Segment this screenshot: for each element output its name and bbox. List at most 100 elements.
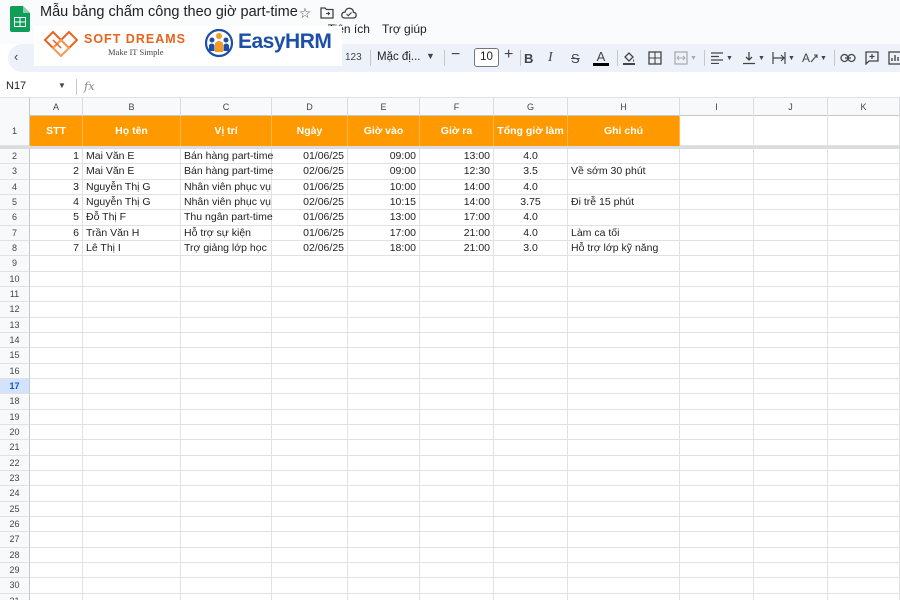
header-cell[interactable]: STT (30, 116, 83, 146)
empty-cell[interactable] (348, 332, 420, 349)
empty-cell[interactable] (420, 440, 494, 456)
empty-cell[interactable] (828, 149, 900, 165)
empty-cell[interactable] (568, 455, 680, 471)
table-cell[interactable]: Bán hàng part-time (181, 164, 273, 180)
empty-cell[interactable] (754, 194, 828, 211)
empty-cell[interactable] (494, 562, 568, 579)
table-cell[interactable]: 01/06/25 (272, 210, 348, 226)
empty-cell[interactable] (83, 394, 181, 410)
empty-cell[interactable] (680, 593, 754, 600)
move-folder-icon[interactable] (318, 4, 336, 22)
table-cell[interactable] (568, 179, 680, 195)
row-header-15[interactable]: 15 (0, 348, 30, 364)
empty-cell[interactable] (272, 348, 348, 364)
empty-cell[interactable] (494, 532, 568, 548)
table-cell[interactable]: 02/06/25 (272, 194, 348, 211)
empty-cell[interactable] (494, 409, 568, 425)
empty-cell[interactable] (272, 424, 348, 441)
empty-cell[interactable] (83, 578, 181, 594)
search-menus-icon[interactable]: ‹ (14, 49, 18, 64)
spreadsheet-grid[interactable]: ABCDEFGHIJK 1 STT Họ tên Vị trí Ngày Giờ vào G… (0, 98, 900, 600)
document-title[interactable]: Mẫu bảng chấm công theo giờ part-time (40, 4, 298, 20)
empty-cell[interactable] (828, 578, 900, 594)
empty-cell[interactable] (680, 271, 754, 287)
empty-cell[interactable] (828, 547, 900, 563)
empty-cell[interactable] (828, 562, 900, 579)
empty-cell[interactable] (348, 271, 420, 287)
empty-cell[interactable] (83, 409, 181, 425)
empty-cell[interactable] (272, 547, 348, 563)
empty-cell[interactable] (272, 409, 348, 425)
table-cell[interactable]: 6 (30, 225, 83, 241)
empty-cell[interactable] (181, 455, 272, 471)
empty-cell[interactable] (568, 286, 680, 303)
empty-cell[interactable] (348, 317, 420, 333)
table-cell[interactable]: Mai Văn E (83, 149, 181, 165)
row-header-27[interactable]: 27 (0, 532, 30, 548)
row-header-16[interactable]: 16 (0, 363, 30, 379)
column-header-j[interactable]: J (754, 98, 828, 116)
empty-cell[interactable] (494, 593, 568, 600)
empty-cell[interactable] (680, 455, 754, 471)
table-cell[interactable]: 02/06/25 (272, 164, 348, 180)
empty-cell[interactable] (828, 593, 900, 600)
empty-cell[interactable] (680, 164, 754, 180)
header-cell[interactable]: Tổng giờ làm (494, 116, 568, 146)
empty-cell[interactable] (83, 332, 181, 349)
table-cell[interactable]: 13:00 (420, 149, 494, 165)
empty-cell[interactable] (680, 240, 754, 257)
table-cell[interactable]: Làm ca tối (568, 225, 680, 241)
empty-cell[interactable] (680, 332, 754, 349)
empty-cell[interactable] (568, 593, 680, 600)
empty-cell[interactable] (83, 378, 181, 395)
empty-cell[interactable] (30, 286, 83, 303)
empty-cell[interactable] (420, 501, 494, 517)
empty-cell[interactable] (568, 348, 680, 364)
empty-cell[interactable] (568, 378, 680, 395)
empty-cell[interactable] (30, 363, 83, 379)
empty-cell[interactable] (420, 394, 494, 410)
empty-cell[interactable] (568, 470, 680, 487)
header-cell[interactable]: Giờ vào (348, 116, 420, 146)
empty-cell[interactable] (568, 332, 680, 349)
empty-cell[interactable] (680, 501, 754, 517)
empty-cell[interactable] (181, 286, 272, 303)
empty-cell[interactable] (181, 317, 272, 333)
empty-cell[interactable] (348, 470, 420, 487)
empty-cell[interactable] (680, 210, 754, 226)
row-header-30[interactable]: 30 (0, 578, 30, 594)
empty-cell[interactable] (348, 363, 420, 379)
table-cell[interactable]: Hỗ trợ lớp kỹ năng (568, 240, 680, 257)
empty-cell[interactable] (30, 378, 83, 395)
empty-cell[interactable] (348, 547, 420, 563)
empty-cell[interactable] (754, 516, 828, 533)
empty-cell[interactable] (568, 394, 680, 410)
table-cell[interactable]: 01/06/25 (272, 179, 348, 195)
empty-cell[interactable] (754, 179, 828, 195)
empty-cell[interactable] (568, 256, 680, 272)
column-header-i[interactable]: I (680, 98, 754, 116)
star-icon[interactable]: ☆ (296, 4, 314, 22)
table-cell[interactable]: Nhân viên phục vụ (181, 194, 272, 211)
empty-cell[interactable] (272, 378, 348, 395)
empty-cell[interactable] (828, 179, 900, 195)
empty-cell[interactable] (272, 578, 348, 594)
row-header-5[interactable]: 5 (0, 194, 30, 211)
empty-cell[interactable] (181, 394, 272, 410)
empty-cell[interactable] (83, 562, 181, 579)
empty-cell[interactable] (348, 378, 420, 395)
row-header-1[interactable]: 1 (0, 116, 30, 146)
empty-cell[interactable] (83, 532, 181, 548)
empty-cell[interactable] (272, 562, 348, 579)
empty-cell[interactable] (83, 593, 181, 600)
empty-cell[interactable] (494, 578, 568, 594)
table-cell[interactable]: Bán hàng part-time (181, 149, 273, 165)
empty-cell[interactable] (181, 470, 272, 487)
empty-cell[interactable] (30, 440, 83, 456)
empty-cell[interactable] (754, 486, 828, 502)
empty-cell[interactable] (420, 455, 494, 471)
empty-cell[interactable] (828, 424, 900, 441)
strikethrough-button[interactable]: S (571, 49, 580, 67)
column-header-e[interactable]: E (348, 98, 420, 116)
empty-cell[interactable] (30, 562, 83, 579)
